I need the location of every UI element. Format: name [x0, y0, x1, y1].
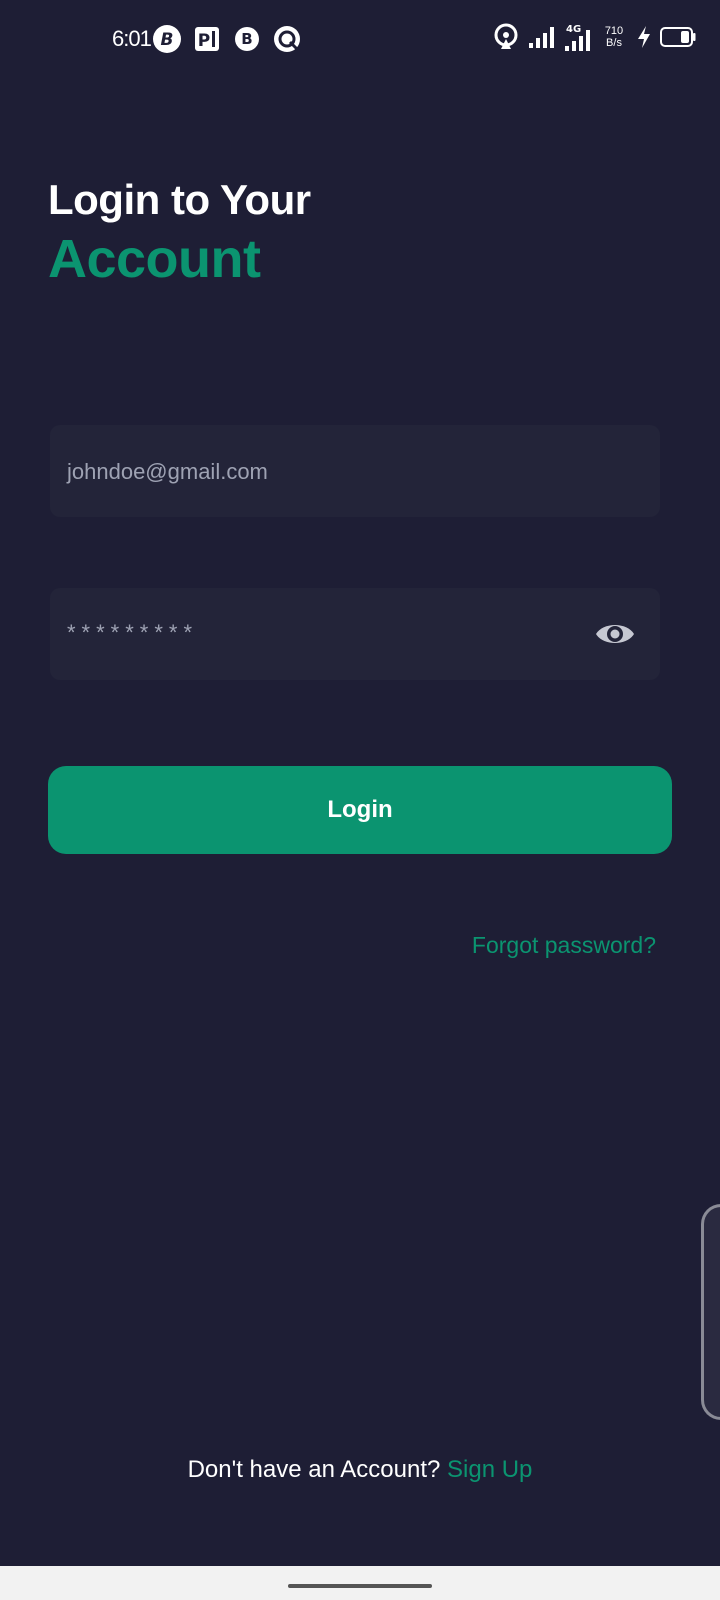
b-app-icon: B — [235, 27, 259, 51]
network-speed-unit: B/s — [606, 37, 622, 49]
network-speed-value: 710 — [604, 25, 624, 37]
notification-icons: B P B — [152, 24, 302, 54]
charging-icon — [638, 26, 650, 48]
signup-row: Don't have an Account? Sign Up — [0, 1456, 720, 1484]
title-line-1: Login to Your — [48, 176, 311, 223]
signup-prompt: Don't have an Account? — [187, 1456, 448, 1483]
b-app-icon: B — [153, 25, 181, 53]
password-value: ********* — [67, 620, 199, 645]
network-speed: 710 B/s — [600, 25, 628, 49]
forgot-password-link[interactable]: Forgot password? — [472, 932, 656, 959]
navigation-bar — [0, 1566, 720, 1600]
system-icons: 4G 710 B/s — [492, 22, 696, 52]
home-indicator[interactable] — [288, 1584, 432, 1588]
email-field[interactable]: johndoe@gmail.com — [50, 425, 660, 517]
q-app-icon — [274, 26, 300, 52]
edge-panel-handle[interactable] — [701, 1204, 720, 1420]
login-button[interactable]: Login — [48, 766, 672, 854]
svg-text:B: B — [161, 30, 174, 50]
status-time: 6:01 — [112, 26, 152, 51]
svg-text:P: P — [198, 31, 210, 51]
hotspot-icon — [494, 23, 518, 49]
signup-link[interactable]: Sign Up — [447, 1456, 532, 1483]
p-app-icon: P — [195, 27, 219, 51]
signal-4g-icon: 4G — [565, 24, 590, 51]
eye-icon[interactable] — [594, 618, 636, 650]
signal-icon — [529, 27, 554, 48]
svg-text:B: B — [241, 30, 252, 48]
email-value: johndoe@gmail.com — [67, 459, 268, 484]
battery-icon — [660, 27, 696, 47]
svg-text:4G: 4G — [566, 24, 581, 35]
title-line-2: Account — [48, 229, 261, 289]
password-field[interactable]: ********* — [50, 588, 660, 680]
status-bar: 6:01 B P B 4G 710 B/s — [0, 0, 720, 80]
